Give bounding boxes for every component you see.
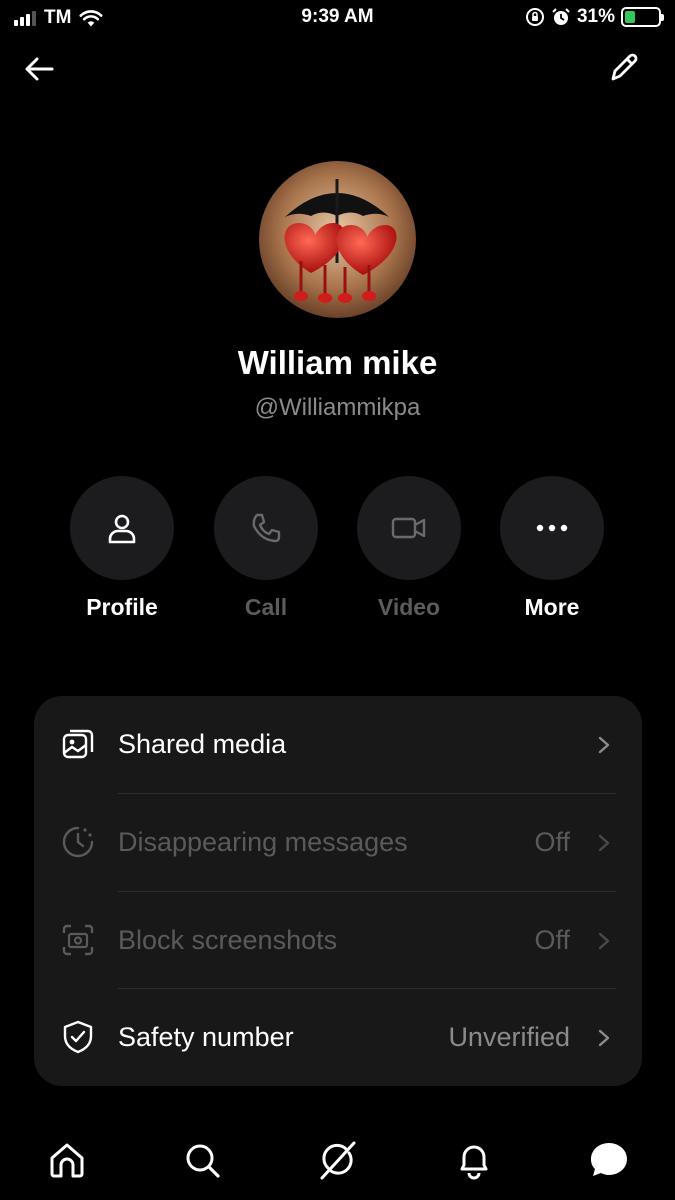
profile-action-label: Profile [86,594,158,620]
tab-messages[interactable] [587,1138,631,1182]
battery-percent: 31% [576,6,615,27]
battery-level [625,11,635,23]
more-action-button[interactable]: More [477,476,627,621]
tab-search[interactable] [180,1138,224,1182]
search-icon [186,1144,220,1178]
alarm-icon [552,8,570,25]
settings-row-label: Shared media [118,729,287,759]
ellipsis-icon [536,524,568,532]
more-action-label: More [524,594,580,620]
action-row: Profile Call Video More [0,476,675,636]
grok-icon [320,1141,356,1180]
shield-icon [63,1020,93,1054]
settings-row-block-screenshots[interactable]: Block screenshots Off [34,892,642,989]
chevron-right-icon [598,1029,610,1046]
settings-row-label: Block screenshots [118,925,338,955]
messages-icon [591,1143,627,1176]
user-handle: @Williammikpa [254,394,421,421]
display-name: William mike [237,344,438,381]
call-action-label: Call [244,594,288,620]
tab-notifications[interactable] [452,1138,496,1182]
video-action-label: Video [377,594,441,620]
orientation-lock-icon [525,8,544,26]
back-button[interactable] [22,52,56,86]
conversation-settings-card: Shared media Disappearing messages Off B… [34,696,642,1086]
media-icon [62,729,94,759]
battery-icon [621,7,664,27]
video-action-button[interactable]: Video [334,476,484,621]
settings-row-label: Safety number [118,1022,294,1052]
tab-grok[interactable] [316,1138,360,1182]
chevron-right-icon [598,736,610,753]
call-action-button[interactable]: Call [191,476,341,621]
person-icon [108,514,136,544]
status-right: 31% [525,6,664,28]
bottom-tab-bar [0,1130,675,1190]
profile-action-circle[interactable] [70,476,174,580]
profile-action-button[interactable]: Profile [47,476,197,621]
arrow-left-icon [25,57,54,81]
timer-icon [62,826,94,858]
phone-icon [252,513,281,543]
avatar[interactable] [259,161,416,318]
avatar-image [259,161,416,318]
settings-row-label: Disappearing messages [118,827,408,857]
home-icon [50,1143,84,1178]
video-icon [391,517,426,539]
pencil-icon [611,53,638,81]
chevron-right-icon [598,834,610,851]
edit-button[interactable] [607,50,641,84]
chevron-right-icon [598,932,610,949]
settings-row-value: Unverified [448,1022,570,1052]
bell-icon [460,1145,488,1180]
settings-row-safety-number[interactable]: Safety number Unverified [34,989,642,1086]
video-action-circle[interactable] [357,476,461,580]
settings-row-value: Off [534,827,570,857]
status-bar: TM 9:39 AM 31% [0,0,675,36]
top-nav [0,48,675,88]
call-action-circle[interactable] [214,476,318,580]
screenshot-icon [62,924,94,956]
tab-home[interactable] [45,1138,89,1182]
settings-row-disappearing-messages[interactable]: Disappearing messages Off [34,794,642,891]
settings-row-value: Off [534,925,570,955]
more-action-circle[interactable] [500,476,604,580]
settings-row-shared-media[interactable]: Shared media [34,696,642,793]
